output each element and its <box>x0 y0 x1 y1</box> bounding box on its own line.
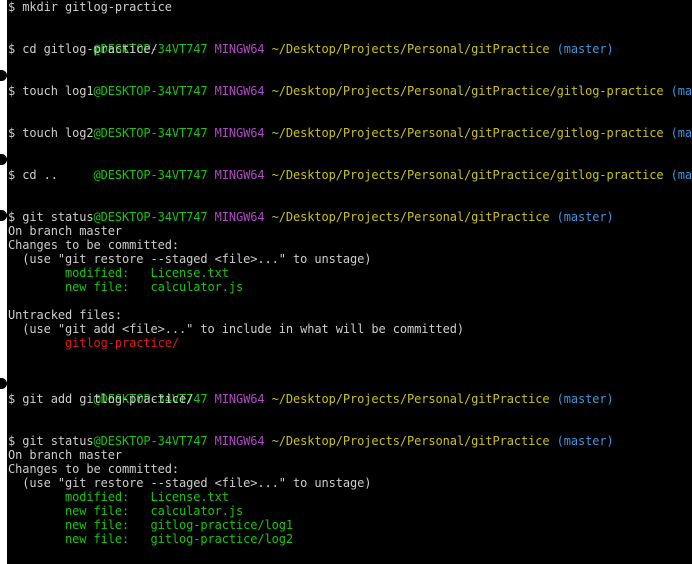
prompt-line: @DESKTOP-34VT747 MINGW64 ~/Desktop/Proje… <box>8 378 614 406</box>
command-line: $ cd gitlog-practice/ <box>8 42 158 56</box>
staged-file-row: new file: calculator.js <box>8 280 243 294</box>
prompt-shell: MINGW64 <box>214 168 265 182</box>
prompt-branch: (master) <box>670 84 692 98</box>
file-name: License.txt <box>150 266 229 280</box>
prompt-branch: (master) <box>670 126 692 140</box>
terminal-window[interactable]: $ mkdir gitlog-practice @DESKTOP-34VT747… <box>0 0 692 564</box>
change-kind: new file: <box>8 504 151 518</box>
output-line: (use "git add <file>..." to include in w… <box>8 322 464 336</box>
staged-file-row: modified: License.txt <box>8 266 229 280</box>
prompt-host: @DESKTOP-34VT747 <box>93 210 208 224</box>
prompt-branch: (master) <box>556 42 614 56</box>
change-kind: modified: <box>8 266 151 280</box>
prompt-line: @DESKTOP-34VT747 MINGW64 ~/Desktop/Proje… <box>8 196 614 224</box>
prompt-host: @DESKTOP-34VT747 <box>93 168 208 182</box>
command-line: $ git status <box>8 210 94 224</box>
prompt-line: @DESKTOP-34VT747 MINGW64 ~/Desktop/Proje… <box>8 420 614 448</box>
untracked-file-row: gitlog-practice/ <box>8 336 179 350</box>
output-line: (use "git restore --staged <file>..." to… <box>8 476 372 490</box>
staged-file-row: new file: gitlog-practice/log2 <box>8 532 293 546</box>
prompt-branch: (master) <box>556 210 614 224</box>
output-line: On branch master <box>8 448 122 462</box>
command-line: $ touch log1 <box>8 84 94 98</box>
command-line: $ cd .. <box>8 168 58 182</box>
command-line: $ touch log2 <box>8 126 94 140</box>
prompt-line: @DESKTOP-34VT747 MINGW64 ~/Desktop/Proje… <box>8 112 692 140</box>
prompt-host: @DESKTOP-34VT747 <box>93 434 208 448</box>
prompt-path: ~/Desktop/Projects/Personal/gitPractice/… <box>271 84 664 98</box>
command-line: $ git status <box>8 434 94 448</box>
file-name: gitlog-practice/log2 <box>150 532 294 546</box>
prompt-branch: (master) <box>556 392 614 406</box>
prompt-line: @DESKTOP-34VT747 MINGW64 ~/Desktop/Proje… <box>8 28 614 56</box>
change-kind: modified: <box>8 490 151 504</box>
output-line: On branch master <box>8 224 122 238</box>
change-kind: new file: <box>8 280 151 294</box>
output-line: Changes to be committed: <box>8 462 179 476</box>
prompt-host: @DESKTOP-34VT747 <box>93 84 208 98</box>
command-line: $ git add gitlog-practice/ <box>8 392 194 406</box>
prompt-shell: MINGW64 <box>214 84 265 98</box>
prompt-path: ~/Desktop/Projects/Personal/gitPractice <box>271 42 550 56</box>
prompt-shell: MINGW64 <box>214 392 265 406</box>
prompt-branch: (master) <box>670 168 692 182</box>
prompt-host: @DESKTOP-34VT747 <box>93 126 208 140</box>
staged-file-row: new file: gitlog-practice/log1 <box>8 518 293 532</box>
prompt-path: ~/Desktop/Projects/Personal/gitPractice <box>271 210 550 224</box>
output-line: Changes to be committed: <box>8 238 179 252</box>
staged-file-row: modified: License.txt <box>8 490 229 504</box>
staged-file-row: new file: calculator.js <box>8 504 243 518</box>
prompt-shell: MINGW64 <box>214 42 265 56</box>
output-line: Untracked files: <box>8 308 122 322</box>
prompt-shell: MINGW64 <box>214 210 265 224</box>
prompt-path: ~/Desktop/Projects/Personal/gitPractice/… <box>271 126 664 140</box>
file-name: calculator.js <box>150 280 244 294</box>
prompt-line: @DESKTOP-34VT747 MINGW64 ~/Desktop/Proje… <box>8 70 692 98</box>
prompt-line: @DESKTOP-34VT747 MINGW64 ~/Desktop/Proje… <box>8 154 692 182</box>
prompt-path: ~/Desktop/Projects/Personal/gitPractice/… <box>271 168 664 182</box>
change-kind: new file: <box>8 518 151 532</box>
prompt-path: ~/Desktop/Projects/Personal/gitPractice <box>271 434 550 448</box>
prompt-shell: MINGW64 <box>214 126 265 140</box>
prompt-shell: MINGW64 <box>214 434 265 448</box>
output-line: (use "git restore --staged <file>..." to… <box>8 252 372 266</box>
command-line: $ mkdir gitlog-practice <box>8 0 172 14</box>
file-name: calculator.js <box>150 504 244 518</box>
file-name: License.txt <box>150 490 229 504</box>
file-name: gitlog-practice/log1 <box>150 518 294 532</box>
prompt-path: ~/Desktop/Projects/Personal/gitPractice <box>271 392 550 406</box>
prompt-branch: (master) <box>556 434 614 448</box>
change-kind: new file: <box>8 532 151 546</box>
window-left-edge <box>0 0 7 564</box>
